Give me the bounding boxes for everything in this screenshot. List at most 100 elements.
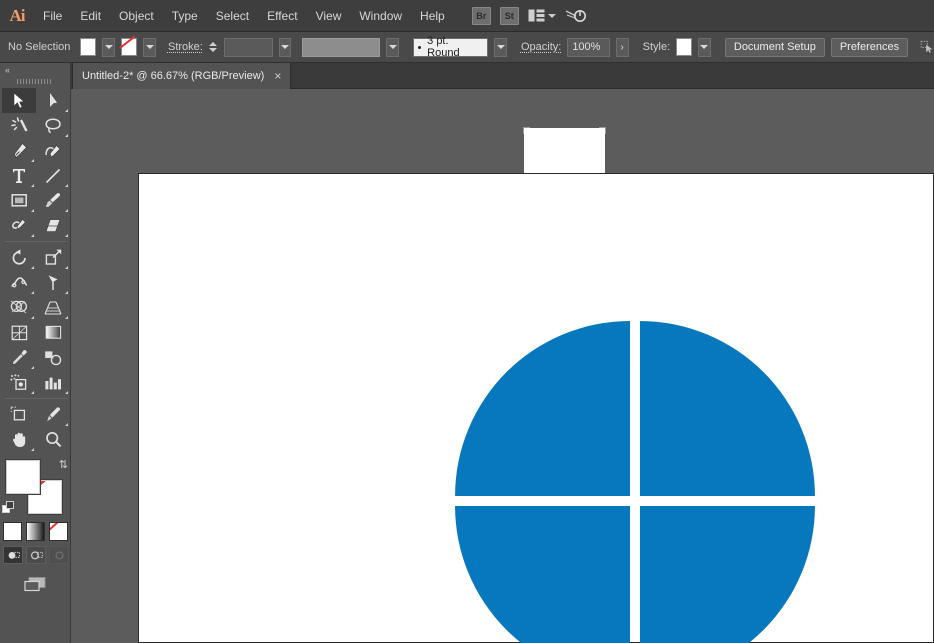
toolbox-drag-handle[interactable] (17, 76, 53, 85)
brush-definition-field[interactable]: 3 pt. Round (413, 38, 488, 57)
select-similar-objects-icon[interactable] (920, 38, 934, 56)
document-setup-button[interactable]: Document Setup (725, 38, 825, 57)
gradient-mode-button[interactable] (26, 522, 45, 541)
symbol-sprayer-tool[interactable] (2, 370, 36, 395)
direct-selection-tool[interactable] (36, 88, 70, 113)
fill-stroke-proxy: ⇅ (2, 458, 70, 518)
column-graph-tool[interactable] (36, 370, 70, 395)
rotate-tool[interactable] (2, 245, 36, 270)
selection-tool[interactable] (2, 88, 36, 113)
menubar-right-group: Br St (472, 7, 587, 25)
menu-type[interactable]: Type (163, 0, 207, 32)
graphic-style-dropdown[interactable] (698, 38, 711, 57)
brush-definition-value: 3 pt. Round (427, 35, 483, 59)
workspace-switcher-icon[interactable] (565, 7, 587, 24)
toolbox-collapse-button[interactable]: « (0, 63, 70, 76)
fill-swatch-dropdown[interactable] (102, 38, 115, 57)
brush-definition-dropdown[interactable] (494, 38, 507, 57)
draw-behind-button[interactable] (26, 546, 46, 564)
rectangle-tool[interactable] (2, 188, 36, 213)
wedge-top-right[interactable] (640, 321, 815, 496)
menu-bar: Ai File Edit Object Type Select Effect V… (0, 0, 934, 32)
variable-width-profile-input[interactable] (302, 38, 380, 57)
draw-inside-button[interactable] (49, 546, 69, 564)
toolbox-fill-swatch[interactable] (6, 460, 40, 494)
artboard[interactable] (138, 173, 934, 643)
pen-tool[interactable] (2, 138, 36, 163)
mesh-tool[interactable] (2, 320, 36, 345)
document-tab[interactable]: Untitled-2* @ 66.67% (RGB/Preview) × (72, 63, 291, 89)
tool-separator (5, 241, 67, 242)
wedge-top-left[interactable] (455, 321, 630, 496)
tool-grid (2, 88, 70, 452)
line-segment-tool[interactable] (36, 163, 70, 188)
wedge-bottom-right[interactable] (640, 506, 815, 643)
stroke-swatch-dropdown[interactable] (143, 38, 156, 57)
gradient-tool[interactable] (36, 320, 70, 345)
arrange-documents-icon (528, 9, 545, 22)
curvature-tool[interactable] (36, 138, 70, 163)
change-screen-mode-button[interactable] (22, 576, 70, 597)
default-fill-stroke-icon[interactable] (2, 501, 15, 514)
type-tool[interactable] (2, 163, 36, 188)
color-mode-button[interactable] (3, 522, 22, 541)
drawing-mode-buttons (3, 546, 71, 564)
artboard-tool[interactable] (2, 402, 36, 427)
eyedropper-tool[interactable] (2, 345, 36, 370)
graphic-style-swatch[interactable] (676, 38, 692, 56)
preferences-button[interactable]: Preferences (831, 38, 908, 57)
eraser-tool[interactable] (36, 213, 70, 238)
stroke-weight-label: Stroke: (168, 41, 203, 53)
width-tool[interactable] (2, 270, 36, 295)
exploded-pie-circle[interactable] (453, 318, 817, 643)
close-icon[interactable]: × (274, 70, 281, 82)
stroke-weight-input[interactable] (224, 38, 273, 57)
artboard-corner-mark-left (523, 127, 530, 134)
style-label: Style: (643, 41, 671, 53)
menu-object[interactable]: Object (110, 0, 163, 32)
stroke-weight-dropdown[interactable] (279, 38, 292, 57)
bridge-button[interactable]: Br (472, 7, 491, 25)
shape-builder-tool[interactable] (2, 295, 36, 320)
menu-file[interactable]: File (34, 0, 71, 32)
canvas-area[interactable] (71, 89, 934, 643)
opacity-flyout-button[interactable]: › (616, 38, 629, 57)
stroke-weight-stepper[interactable] (209, 42, 217, 52)
stock-button[interactable]: St (500, 7, 519, 25)
brush-dot-icon (418, 46, 421, 49)
app-logo-icon: Ai (0, 0, 34, 32)
stroke-color-swatch[interactable] (121, 38, 137, 56)
free-transform-tool[interactable] (36, 270, 70, 295)
menu-effect[interactable]: Effect (258, 0, 306, 32)
lasso-tool[interactable] (36, 113, 70, 138)
artboard-corner-mark-right (599, 127, 606, 134)
opacity-input[interactable]: 100% (567, 38, 609, 57)
chevron-down-icon (548, 14, 556, 18)
menu-edit[interactable]: Edit (71, 0, 110, 32)
none-mode-button[interactable] (49, 522, 68, 541)
draw-normal-button[interactable] (3, 546, 23, 564)
shaper-tool[interactable] (2, 213, 36, 238)
blend-tool[interactable] (36, 345, 70, 370)
wedge-bottom-left[interactable] (455, 506, 630, 643)
variable-width-profile-dropdown[interactable] (386, 38, 399, 57)
arrange-documents-button[interactable] (528, 9, 556, 22)
menu-select[interactable]: Select (207, 0, 258, 32)
magic-wand-tool[interactable] (2, 113, 36, 138)
document-tab-bar: Untitled-2* @ 66.67% (RGB/Preview) × (0, 63, 934, 89)
fill-color-swatch[interactable] (80, 38, 96, 56)
scale-tool[interactable] (36, 245, 70, 270)
menu-view[interactable]: View (307, 0, 351, 32)
document-tab-title: Untitled-2* @ 66.67% (RGB/Preview) (82, 70, 264, 82)
hand-tool[interactable] (2, 427, 36, 452)
white-rectangle-shape[interactable] (524, 128, 605, 174)
selection-status: No Selection (8, 41, 74, 53)
color-mode-buttons (3, 522, 71, 541)
menu-window[interactable]: Window (350, 0, 411, 32)
perspective-grid-tool[interactable] (36, 295, 70, 320)
slice-tool[interactable] (36, 402, 70, 427)
swap-fill-stroke-icon[interactable]: ⇅ (59, 458, 68, 471)
menu-help[interactable]: Help (411, 0, 454, 32)
zoom-tool[interactable] (36, 427, 70, 452)
paintbrush-tool[interactable] (36, 188, 70, 213)
